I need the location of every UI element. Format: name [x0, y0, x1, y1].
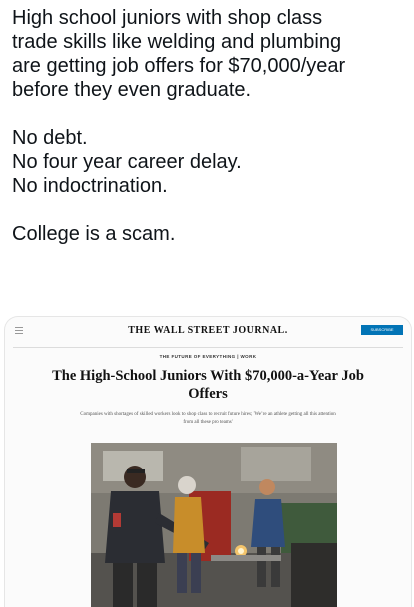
- post-line: trade skills like welding and plumbing: [12, 31, 342, 53]
- post-line: College is a scam.: [12, 223, 176, 245]
- article-headline[interactable]: The High-School Juniors With $70,000-a-Y…: [45, 367, 371, 403]
- post-text: High school juniors with shop class trad…: [12, 6, 408, 246]
- article-card[interactable]: THE WALL STREET JOURNAL. SUBSCRIBE THE F…: [4, 316, 412, 607]
- post-line: No debt.: [12, 127, 88, 149]
- post-line: No indoctrination.: [12, 175, 168, 197]
- subscribe-button[interactable]: SUBSCRIBE: [361, 325, 403, 335]
- post-line: before they even graduate.: [12, 79, 252, 101]
- section-label: THE FUTURE OF EVERYTHING | WORK: [159, 354, 257, 359]
- post-line: High school juniors with shop class: [12, 7, 323, 29]
- article-header: THE WALL STREET JOURNAL. SUBSCRIBE: [5, 317, 411, 347]
- post-line: No four year career delay.: [12, 151, 242, 173]
- masthead: THE WALL STREET JOURNAL.: [128, 325, 288, 336]
- post-line: are getting job offers for $70,000/year: [12, 55, 346, 77]
- article-dek: Companies with shortages of skilled work…: [80, 412, 336, 425]
- article-photo: [91, 443, 337, 607]
- header-divider: [13, 347, 403, 348]
